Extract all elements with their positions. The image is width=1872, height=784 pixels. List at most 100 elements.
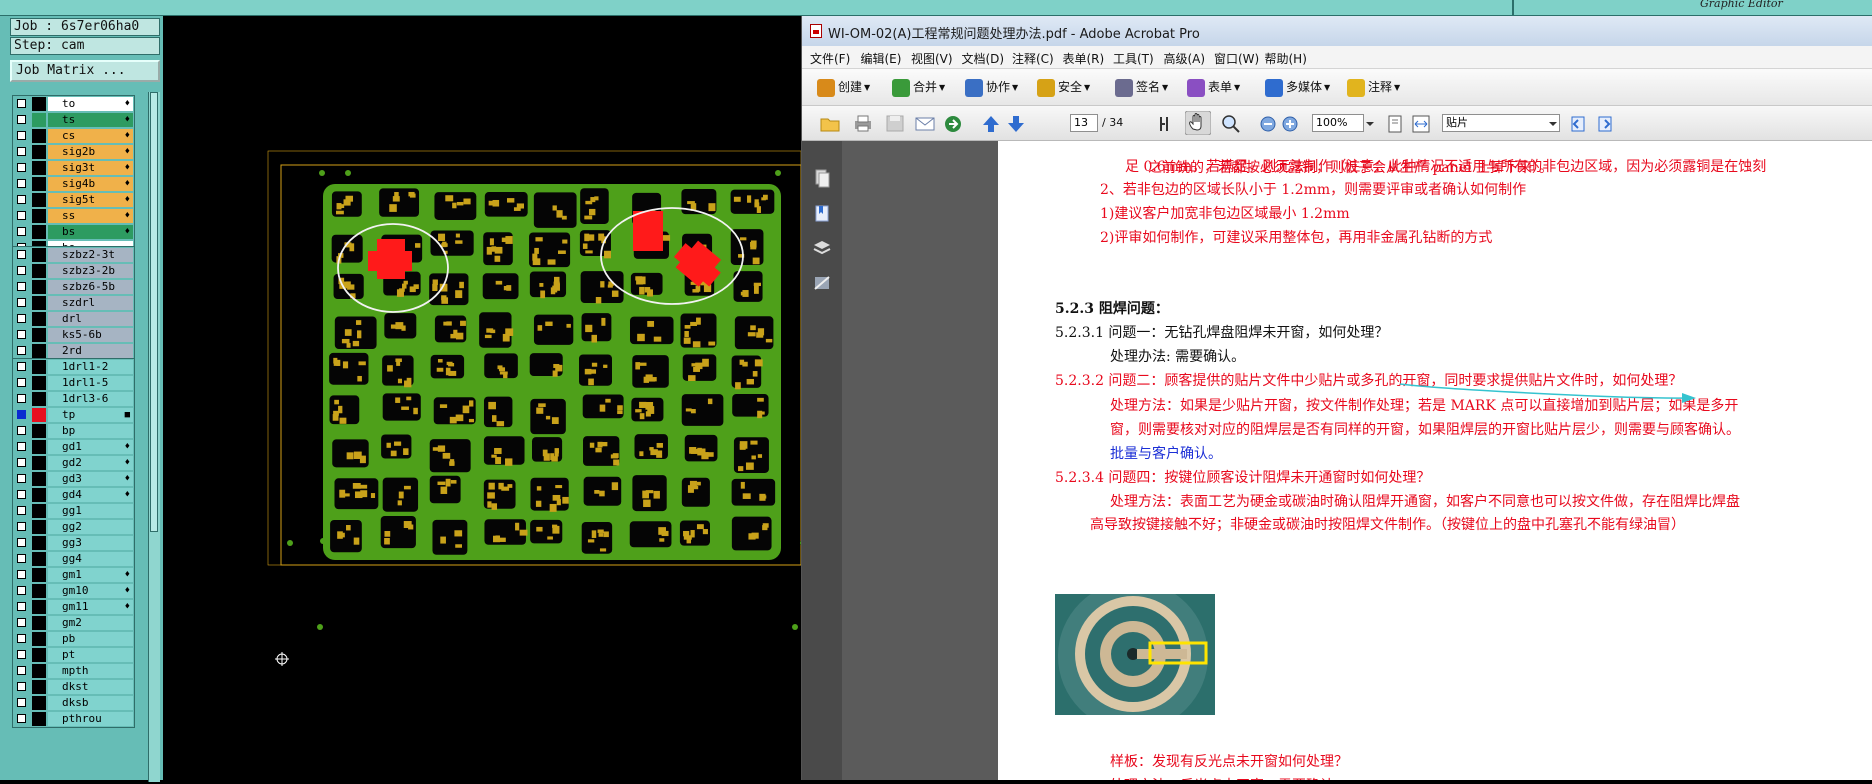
find-text-input[interactable]: 贴片 — [1442, 114, 1560, 132]
layer-row[interactable]: 2rd — [13, 343, 134, 359]
layer-checkbox[interactable] — [17, 714, 26, 723]
zoom-tool-icon[interactable] — [1220, 113, 1242, 133]
toolbar-button[interactable]: 安全 ▼ — [1037, 78, 1090, 98]
layer-name[interactable]: gg1 — [48, 504, 133, 518]
layer-color-swatch[interactable] — [32, 145, 46, 159]
layer-row[interactable]: sig5t ♦ — [13, 192, 134, 208]
layer-color-swatch[interactable] — [32, 113, 46, 127]
layer-color-swatch[interactable] — [32, 616, 46, 630]
layer-name[interactable]: gm2 — [48, 616, 133, 630]
layer-checkbox[interactable] — [17, 163, 26, 172]
layer-row[interactable]: gd1 ♦ — [13, 439, 134, 455]
pcb-view[interactable] — [163, 16, 806, 780]
layer-checkbox[interactable] — [17, 506, 26, 515]
layer-color-swatch[interactable] — [32, 344, 46, 358]
layer-name[interactable]: ss ♦ — [48, 209, 133, 223]
layer-name[interactable]: gd4 ♦ — [48, 488, 133, 502]
cam-canvas[interactable] — [163, 16, 806, 780]
layer-checkbox[interactable] — [17, 570, 26, 579]
layer-row[interactable]: mpth — [13, 663, 134, 679]
layer-color-swatch[interactable] — [32, 161, 46, 175]
layer-checkbox[interactable] — [17, 490, 26, 499]
layer-color-swatch[interactable] — [32, 520, 46, 534]
layer-row[interactable]: dkst — [13, 679, 134, 695]
layer-color-swatch[interactable] — [32, 712, 46, 726]
hand-tool-icon[interactable] — [1185, 111, 1211, 135]
layer-row[interactable]: dksb — [13, 695, 134, 711]
layer-name[interactable]: dksb — [48, 696, 133, 710]
layer-row[interactable]: 1drl3-6 — [13, 391, 134, 407]
layer-color-swatch[interactable] — [32, 552, 46, 566]
layer-row[interactable]: szbz6-5b — [13, 279, 134, 295]
layer-checkbox[interactable] — [17, 426, 26, 435]
layer-checkbox[interactable] — [17, 442, 26, 451]
layer-row[interactable]: gm2 — [13, 615, 134, 631]
menu-item[interactable]: 注释(C) — [1012, 50, 1054, 67]
menu-item[interactable]: 窗口(W) — [1214, 50, 1259, 67]
layer-name[interactable]: sig3t ♦ — [48, 161, 133, 175]
layer-name[interactable]: 1drl1-2 — [48, 360, 133, 374]
layer-color-swatch[interactable] — [32, 209, 46, 223]
layer-row[interactable]: ts ♦ — [13, 112, 134, 128]
layer-row[interactable]: bs ♦ — [13, 224, 134, 240]
layer-name[interactable]: szbz3-2b — [48, 264, 133, 278]
layer-color-swatch[interactable] — [32, 296, 46, 310]
layer-row[interactable]: gd2 ♦ — [13, 455, 134, 471]
layer-checkbox[interactable] — [17, 330, 26, 339]
toolbar-button[interactable]: 创建 ▼ — [817, 78, 870, 98]
layer-row[interactable]: gg1 — [13, 503, 134, 519]
layer-row[interactable]: pb — [13, 631, 134, 647]
layer-row[interactable]: pt — [13, 647, 134, 663]
layer-checkbox[interactable] — [17, 99, 26, 108]
layer-checkbox[interactable] — [17, 602, 26, 611]
layer-checkbox[interactable] — [17, 250, 26, 259]
pdf-page[interactable]: 足 0.6mm，若满足，则无法制作（注意：此种情况不适用与所有的非包边区域，因为… — [998, 141, 1872, 780]
layer-name[interactable]: gd2 ♦ — [48, 456, 133, 470]
layer-name[interactable]: gm11 ♦ — [48, 600, 133, 614]
layer-checkbox[interactable] — [17, 586, 26, 595]
layer-color-swatch[interactable] — [32, 664, 46, 678]
layer-name[interactable]: gm10 ♦ — [48, 584, 133, 598]
layer-name[interactable]: cs ♦ — [48, 129, 133, 143]
layer-checkbox[interactable] — [17, 394, 26, 403]
layer-color-swatch[interactable] — [32, 568, 46, 582]
layer-name[interactable]: drl — [48, 312, 133, 326]
layer-list-scrollbar[interactable] — [148, 92, 160, 782]
layer-color-swatch[interactable] — [32, 424, 46, 438]
layer-name[interactable]: szbz2-3t — [48, 248, 133, 262]
menu-item[interactable]: 工具(T) — [1113, 50, 1154, 67]
page-number-input[interactable]: 13 — [1070, 114, 1098, 132]
layer-checkbox[interactable] — [17, 282, 26, 291]
attachments-panel-icon[interactable] — [812, 273, 832, 293]
layer-name[interactable]: gd3 ♦ — [48, 472, 133, 486]
layer-row[interactable]: 1drl1-5 — [13, 375, 134, 391]
job-matrix-button[interactable]: Job Matrix ... — [10, 60, 160, 82]
layer-name[interactable]: mpth — [48, 664, 133, 678]
zoom-out-icon[interactable] — [1257, 113, 1279, 133]
layer-checkbox[interactable] — [17, 650, 26, 659]
menu-item[interactable]: 高级(A) — [1164, 50, 1206, 67]
layer-color-swatch[interactable] — [32, 264, 46, 278]
layer-name[interactable]: gg2 — [48, 520, 133, 534]
layer-checkbox[interactable] — [17, 554, 26, 563]
toolbar-button[interactable]: 多媒体 ▼ — [1265, 78, 1330, 98]
layer-color-swatch[interactable] — [32, 696, 46, 710]
layer-checkbox[interactable] — [17, 227, 26, 236]
layer-name[interactable]: dkst — [48, 680, 133, 694]
layer-row[interactable]: gd3 ♦ — [13, 471, 134, 487]
layer-color-swatch[interactable] — [32, 632, 46, 646]
zoom-level-input[interactable]: 100% — [1312, 114, 1364, 132]
menu-item[interactable]: 视图(V) — [911, 50, 953, 67]
fit-page-icon[interactable] — [1384, 113, 1406, 133]
layer-color-swatch[interactable] — [32, 177, 46, 191]
layer-color-swatch[interactable] — [32, 600, 46, 614]
layer-color-swatch[interactable] — [32, 193, 46, 207]
open-folder-icon[interactable] — [819, 113, 841, 133]
layer-name[interactable]: pthrou — [48, 712, 133, 726]
layer-row[interactable]: gm11 ♦ — [13, 599, 134, 615]
layer-name[interactable]: 2rd — [48, 344, 133, 358]
toolbar-button[interactable]: 注释 ▼ — [1347, 78, 1400, 98]
layer-row[interactable]: gm1 ♦ — [13, 567, 134, 583]
layer-checkbox[interactable] — [17, 618, 26, 627]
layer-color-swatch[interactable] — [32, 648, 46, 662]
